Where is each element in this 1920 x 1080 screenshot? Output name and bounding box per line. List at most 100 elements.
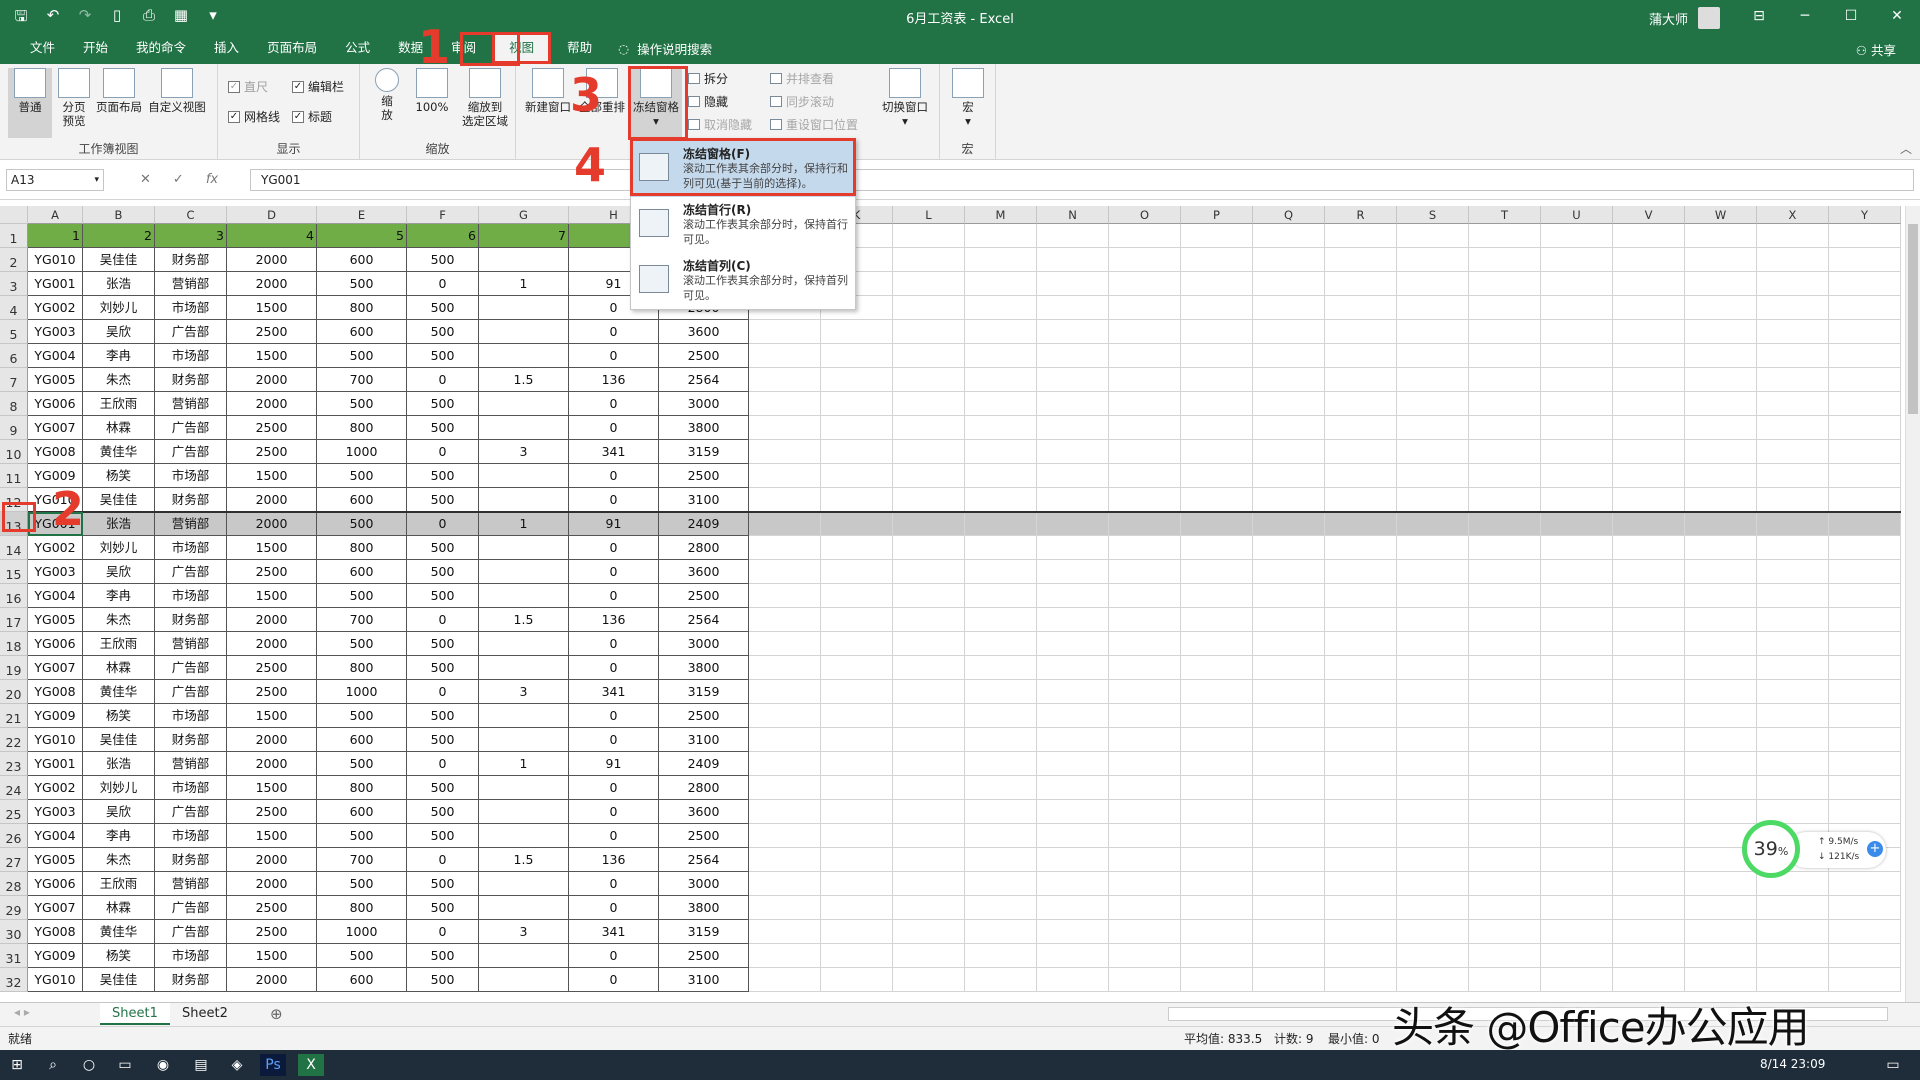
table-cell[interactable] bbox=[1037, 920, 1109, 944]
table-cell[interactable]: 3 bbox=[479, 440, 569, 464]
column-header-n[interactable]: N bbox=[1037, 206, 1109, 224]
table-cell[interactable] bbox=[1685, 944, 1757, 968]
table-cell[interactable]: 0 bbox=[569, 872, 659, 896]
table-cell[interactable] bbox=[821, 968, 893, 992]
table-cell[interactable] bbox=[1829, 560, 1901, 584]
table-cell[interactable]: 700 bbox=[317, 368, 407, 392]
table-cell[interactable]: 500 bbox=[407, 944, 479, 968]
table-cell[interactable] bbox=[965, 560, 1037, 584]
table-cell[interactable] bbox=[1325, 536, 1397, 560]
row-header[interactable]: 21 bbox=[0, 704, 28, 728]
table-cell[interactable]: 财务部 bbox=[155, 248, 227, 272]
table-cell[interactable] bbox=[1685, 248, 1757, 272]
table-cell[interactable] bbox=[1037, 776, 1109, 800]
table-cell[interactable]: 1500 bbox=[227, 776, 317, 800]
table-cell[interactable] bbox=[1037, 944, 1109, 968]
table-cell[interactable] bbox=[1037, 728, 1109, 752]
table-cell[interactable] bbox=[1613, 968, 1685, 992]
zoom-100-button[interactable]: 100% bbox=[410, 68, 454, 114]
table-cell[interactable] bbox=[1541, 344, 1613, 368]
table-cell[interactable] bbox=[821, 656, 893, 680]
table-cell[interactable] bbox=[1397, 968, 1469, 992]
table-cell[interactable]: YG010 bbox=[28, 248, 83, 272]
table-cell[interactable]: 营销部 bbox=[155, 752, 227, 776]
table-cell[interactable] bbox=[1613, 296, 1685, 320]
table-cell[interactable] bbox=[821, 584, 893, 608]
table-cell[interactable] bbox=[1109, 896, 1181, 920]
table-cell[interactable] bbox=[1397, 224, 1469, 248]
table-cell[interactable] bbox=[1037, 320, 1109, 344]
table-cell[interactable] bbox=[1757, 440, 1829, 464]
table-cell[interactable] bbox=[965, 848, 1037, 872]
table-cell[interactable]: 3800 bbox=[659, 896, 749, 920]
table-cell[interactable]: 1000 bbox=[317, 440, 407, 464]
table-cell[interactable]: YG002 bbox=[28, 536, 83, 560]
table-cell[interactable] bbox=[1325, 224, 1397, 248]
table-cell[interactable] bbox=[1397, 920, 1469, 944]
table-cell[interactable] bbox=[1037, 248, 1109, 272]
table-cell[interactable] bbox=[965, 320, 1037, 344]
column-header-c[interactable]: C bbox=[155, 206, 227, 224]
table-cell[interactable] bbox=[1757, 968, 1829, 992]
table-cell[interactable] bbox=[1685, 680, 1757, 704]
table-cell[interactable] bbox=[1397, 896, 1469, 920]
table-cell[interactable] bbox=[1541, 704, 1613, 728]
table-cell[interactable] bbox=[821, 632, 893, 656]
table-cell[interactable] bbox=[1685, 440, 1757, 464]
table-cell[interactable] bbox=[1325, 728, 1397, 752]
table-cell[interactable] bbox=[1109, 968, 1181, 992]
table-cell[interactable] bbox=[1181, 296, 1253, 320]
row-header[interactable]: 5 bbox=[0, 320, 28, 344]
table-cell[interactable] bbox=[1541, 824, 1613, 848]
table-cell[interactable] bbox=[1253, 272, 1325, 296]
table-cell[interactable] bbox=[1397, 872, 1469, 896]
table-cell[interactable] bbox=[1757, 368, 1829, 392]
table-cell[interactable] bbox=[1613, 848, 1685, 872]
table-cell[interactable] bbox=[479, 776, 569, 800]
table-cell[interactable] bbox=[1469, 344, 1541, 368]
table-cell[interactable] bbox=[893, 920, 965, 944]
table-cell[interactable]: YG004 bbox=[28, 584, 83, 608]
table-cell[interactable] bbox=[1469, 728, 1541, 752]
table-cell[interactable] bbox=[965, 344, 1037, 368]
table-cell[interactable] bbox=[1109, 680, 1181, 704]
table-cell[interactable]: 700 bbox=[317, 848, 407, 872]
table-cell[interactable] bbox=[1397, 416, 1469, 440]
table-cell[interactable] bbox=[1037, 680, 1109, 704]
table-cell[interactable] bbox=[1253, 968, 1325, 992]
table-cell[interactable] bbox=[1109, 608, 1181, 632]
table-cell[interactable]: YG009 bbox=[28, 944, 83, 968]
row-header[interactable]: 28 bbox=[0, 872, 28, 896]
table-cell[interactable] bbox=[1037, 632, 1109, 656]
table-cell[interactable] bbox=[893, 560, 965, 584]
table-cell[interactable] bbox=[1325, 656, 1397, 680]
table-cell[interactable] bbox=[1253, 344, 1325, 368]
vertical-scrollbar[interactable] bbox=[1905, 206, 1920, 1002]
table-cell[interactable]: 1.5 bbox=[479, 848, 569, 872]
table-cell[interactable] bbox=[1253, 848, 1325, 872]
table-cell[interactable] bbox=[1181, 800, 1253, 824]
minimize-icon[interactable]: ─ bbox=[1782, 0, 1828, 32]
table-cell[interactable] bbox=[1613, 920, 1685, 944]
table-cell[interactable] bbox=[821, 896, 893, 920]
table-cell[interactable] bbox=[1397, 488, 1469, 512]
table-cell[interactable] bbox=[1541, 920, 1613, 944]
worksheet-grid[interactable]: ABCDEFGHIJKLMNOPQRSTUVWXY11234567892YG01… bbox=[0, 206, 1905, 1002]
table-cell[interactable] bbox=[1541, 680, 1613, 704]
table-cell[interactable] bbox=[1757, 896, 1829, 920]
table-cell[interactable] bbox=[1325, 896, 1397, 920]
table-cell[interactable] bbox=[1469, 872, 1541, 896]
table-cell[interactable] bbox=[1325, 752, 1397, 776]
table-cell[interactable] bbox=[1397, 248, 1469, 272]
table-cell[interactable] bbox=[1757, 296, 1829, 320]
row-header[interactable]: 4 bbox=[0, 296, 28, 320]
table-cell[interactable] bbox=[1109, 800, 1181, 824]
row-header[interactable]: 16 bbox=[0, 584, 28, 608]
table-cell[interactable] bbox=[893, 896, 965, 920]
table-cell[interactable] bbox=[1253, 248, 1325, 272]
table-cell[interactable] bbox=[1253, 536, 1325, 560]
table-cell[interactable]: 1500 bbox=[227, 344, 317, 368]
table-cell[interactable] bbox=[479, 488, 569, 512]
table-cell[interactable] bbox=[1757, 584, 1829, 608]
ribbon-display-icon[interactable]: ⊟ bbox=[1736, 0, 1782, 32]
